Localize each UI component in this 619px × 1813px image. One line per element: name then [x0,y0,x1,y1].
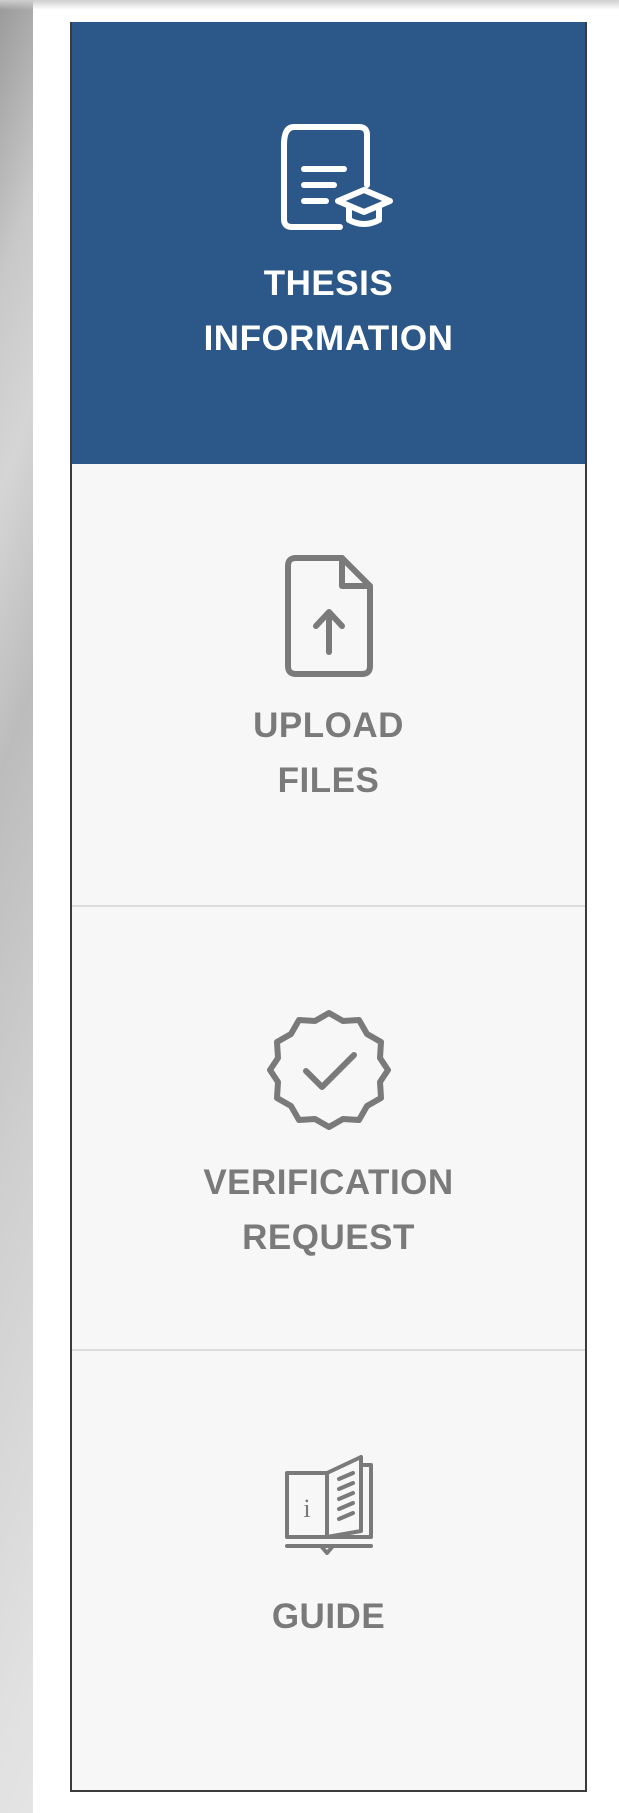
sidebar-item-label: THESIS INFORMATION [203,264,454,358]
sidebar-item-label: VERIFICATION REQUEST [203,1163,454,1257]
file-upload-icon [284,555,373,677]
thesis-document-icon [280,124,393,230]
info-book-icon: i [284,1455,373,1555]
svg-text:i: i [303,1494,310,1523]
wizard-sidebar: THESIS INFORMATION UPLOAD FILES VERIFICA… [70,22,587,1792]
verified-badge-icon [266,1010,391,1130]
sidebar-item-upload-files[interactable]: UPLOAD FILES [72,464,585,907]
top-shadow [0,0,619,10]
sidebar-item-verification-request[interactable]: VERIFICATION REQUEST [72,907,585,1351]
sidebar-item-guide[interactable]: i GUIDE [72,1351,585,1792]
sidebar-item-label: UPLOAD FILES [253,706,404,800]
sidebar-item-thesis-information[interactable]: THESIS INFORMATION [72,22,585,464]
sidebar-item-label: GUIDE [271,1597,386,1636]
